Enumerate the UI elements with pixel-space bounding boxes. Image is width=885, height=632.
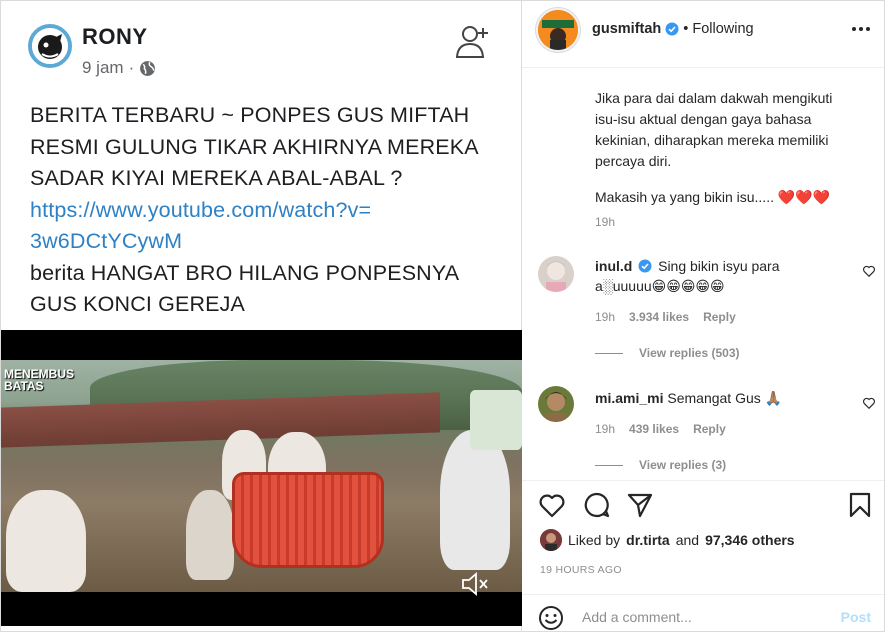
view-replies-label[interactable]: View replies (503)	[639, 346, 740, 360]
comment-avatar[interactable]	[538, 256, 574, 292]
fb-meta-separator: ·	[128, 58, 135, 77]
heart-icon[interactable]	[538, 491, 566, 519]
comment-text: Sing bikin isyu para	[658, 258, 780, 274]
comment-meta: 19h 3.934 likes Reply	[595, 310, 736, 324]
caption-line: kekinian, diharapkan mereka memiliki	[595, 132, 829, 148]
comment-time: 19h	[595, 422, 616, 436]
comment-likes[interactable]: 3.934 likes	[629, 310, 689, 324]
fb-text-line: SADAR KIYAI MEREKA ABAL-ABAL ?	[30, 166, 403, 190]
caption-line: Makasih ya yang bikin isu..... ❤️❤️❤️	[595, 189, 831, 205]
share-icon[interactable]	[626, 491, 654, 519]
bookmark-icon[interactable]	[846, 491, 874, 519]
fb-text-line: berita HANGAT BRO HILANG PONPESNYA	[30, 260, 460, 285]
video-logo-line-2: BATAS	[4, 379, 44, 393]
fb-text-line: BERITA TERBARU ~ PONPES GUS MIFTAH	[30, 103, 470, 127]
fb-post-text: BERITA TERBARU ~ PONPES GUS MIFTAH RESMI…	[30, 100, 500, 321]
comment-meta: 19h 439 likes Reply	[595, 422, 726, 436]
comment-item: mi.ami_mi Semangat Gus 🙏🏽 19h 439 likes …	[538, 386, 878, 476]
heart-icon[interactable]	[862, 396, 876, 410]
instagram-panel: gusmiftah • Following Jika para dai dala…	[522, 0, 885, 632]
likes-summary: Liked by dr.tirta and 97,346 others	[540, 529, 795, 551]
fb-text-line: RESMI GULUNG TIKAR AKHIRNYA MEREKA	[30, 134, 479, 159]
verified-icon	[665, 22, 679, 36]
comment-avatar-image	[538, 256, 574, 292]
post-timestamp: 19 HOURS AGO	[540, 564, 622, 576]
fb-post-time[interactable]: 9 jam	[82, 58, 124, 78]
ig-avatar[interactable]	[536, 8, 580, 52]
liked-by-avatar[interactable]	[540, 529, 562, 551]
ig-user-block: gusmiftah • Following	[592, 21, 754, 37]
video-basket	[232, 472, 384, 568]
fb-text-line: GUS KONCI GEREJA	[30, 292, 246, 316]
comment-body: inul.d Sing bikin isyu para a░uuuuu😁😁😁😁😁	[595, 256, 845, 296]
comment-icon[interactable]	[582, 491, 610, 519]
video-umbrella	[470, 390, 522, 450]
video-scene-roof	[0, 392, 440, 448]
add-comment-form: Post	[522, 594, 885, 632]
replies-divider	[595, 464, 623, 466]
comment-body: mi.ami_mi Semangat Gus 🙏🏽	[595, 388, 845, 408]
verified-icon	[638, 259, 652, 273]
liked-by-user[interactable]: dr.tirta	[626, 532, 670, 548]
emoji-icon[interactable]	[538, 605, 564, 631]
caption-line: percaya diri.	[595, 153, 672, 169]
caption-timestamp: 19h	[595, 215, 616, 229]
post-action-bar	[522, 480, 885, 526]
replies-divider	[595, 352, 623, 354]
reply-button[interactable]: Reply	[693, 422, 726, 436]
video-player[interactable]: MENEMBUS BATAS	[0, 330, 522, 626]
video-thumbnail[interactable]: MENEMBUS BATAS	[0, 360, 522, 592]
caption-line: Jika para dai dalam dakwah mengikuti	[595, 90, 833, 106]
view-replies-button[interactable]: View replies (503)	[595, 346, 740, 360]
comment-time: 19h	[595, 310, 616, 324]
liked-by-others[interactable]: 97,346 others	[705, 532, 795, 548]
reply-button[interactable]: Reply	[703, 310, 736, 324]
add-friend-icon[interactable]	[454, 22, 492, 60]
comment-text: a░uuuuu😁😁😁😁😁	[595, 278, 725, 294]
ig-post-header: gusmiftah • Following	[522, 0, 885, 68]
video-channel-logo: MENEMBUS BATAS	[4, 368, 74, 392]
youtube-link[interactable]: https://www.youtube.com/watch?v=	[30, 195, 500, 227]
mute-icon[interactable]	[460, 570, 490, 598]
post-button[interactable]: Post	[841, 609, 871, 625]
ig-username[interactable]: gusmiftah	[592, 21, 661, 37]
ig-caption: Jika para dai dalam dakwah mengikuti isu…	[595, 88, 865, 208]
heart-icon[interactable]	[862, 264, 876, 278]
fb-avatar-image	[32, 28, 68, 64]
fb-post-meta: 9 jam ·	[82, 58, 156, 78]
youtube-link-id[interactable]: 3w6DCtYCywM	[30, 226, 500, 258]
fb-avatar	[28, 24, 72, 68]
more-icon[interactable]	[851, 24, 871, 34]
view-replies-label[interactable]: View replies (3)	[639, 458, 726, 472]
view-replies-button[interactable]: View replies (3)	[595, 458, 726, 472]
video-person	[6, 490, 86, 592]
liked-by-avatar-image	[540, 529, 562, 551]
ig-header-separator: •	[683, 21, 689, 37]
fb-post-header: RONY 9 jam ·	[28, 20, 498, 80]
caption-line: isu-isu aktual dengan gaya bahasa	[595, 111, 812, 127]
comment-text: Semangat Gus 🙏🏽	[667, 390, 783, 406]
ig-avatar-image	[538, 10, 578, 50]
comment-item: inul.d Sing bikin isyu para a░uuuuu😁😁😁😁😁…	[538, 256, 878, 366]
globe-icon	[140, 60, 156, 76]
following-button[interactable]: Following	[692, 21, 753, 37]
comment-username[interactable]: mi.ami_mi	[595, 390, 663, 406]
comment-likes[interactable]: 439 likes	[629, 422, 679, 436]
comment-avatar-image	[538, 386, 574, 422]
fb-author-name[interactable]: RONY	[82, 24, 148, 50]
liked-by-and: and	[675, 532, 700, 548]
comment-input[interactable]	[582, 605, 822, 629]
liked-by-prefix: Liked by	[568, 532, 621, 548]
comment-username[interactable]: inul.d	[595, 258, 632, 274]
comment-avatar[interactable]	[538, 386, 574, 422]
video-person	[186, 490, 234, 580]
facebook-post-screenshot: RONY 9 jam · BERITA TERBARU ~ PONPES GUS…	[0, 0, 522, 632]
video-person	[440, 430, 510, 570]
